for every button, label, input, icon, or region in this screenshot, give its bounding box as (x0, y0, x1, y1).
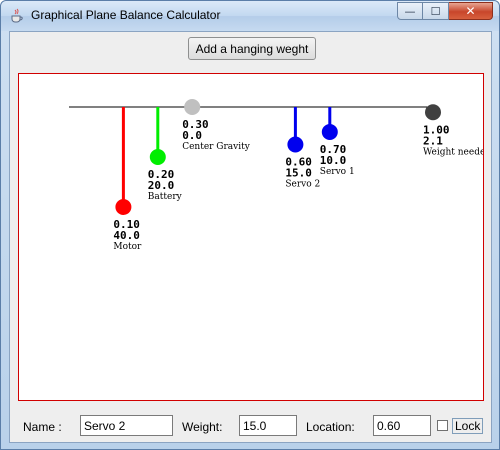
add-hanging-weight-button[interactable]: Add a hanging weght (188, 37, 316, 60)
lock-label[interactable]: Lock (452, 418, 484, 434)
weight-editor-form: Name : Weight: Location: Lock (10, 413, 491, 439)
app-window: Graphical Plane Balance Calculator — ☐ ✕… (0, 0, 500, 450)
weight-name-label: Servo 1 (320, 167, 355, 177)
balance-diagram: 0.1040.0Motor0.2020.0Battery0.300.0Cente… (69, 99, 483, 252)
weight-ball-battery (149, 149, 166, 165)
content-panel: Add a hanging weght 0.10 40.0 Motor 0.20 20.… (9, 31, 492, 443)
java-cup-icon (11, 8, 23, 23)
weight-ball-servo-1 (321, 124, 338, 140)
location-field[interactable] (373, 415, 431, 436)
weight-label: Weight: (182, 420, 223, 434)
weight-ball-servo-2 (287, 136, 304, 153)
weight-value-label: 15.0 (285, 167, 312, 180)
weight-value-label: 10.0 (320, 154, 347, 167)
name-field[interactable] (80, 415, 173, 436)
window-title: Graphical Plane Balance Calculator (31, 8, 221, 22)
balance-canvas[interactable]: 0.10 40.0 Motor 0.20 20.0 Battery 0.30 0.0 Cente… (18, 73, 484, 401)
weight-name-label: Servo 2 (285, 180, 320, 190)
minimize-icon: — (404, 4, 416, 18)
weight-name-label: Center Gravity (182, 142, 251, 152)
weight-name-label: Weight needed (423, 147, 483, 157)
lock-checkbox[interactable] (437, 420, 448, 431)
weight-field[interactable] (239, 415, 297, 436)
weight-ball-center-gravity (184, 99, 201, 115)
weight-value-label: 20.0 (148, 179, 175, 192)
close-button[interactable]: ✕ (449, 2, 493, 20)
minimize-button[interactable]: — (397, 2, 423, 20)
weight-value-label: 2.1 (423, 134, 443, 147)
weight-name-label: Battery (148, 192, 183, 202)
maximize-button[interactable]: ☐ (423, 2, 449, 20)
location-label: Location: (306, 420, 355, 434)
name-label: Name : (23, 420, 62, 434)
weight-value-label: 40.0 (113, 229, 139, 242)
weight-ball-weight-needed (425, 104, 441, 121)
title-bar[interactable]: Graphical Plane Balance Calculator — ☐ ✕ (1, 1, 499, 31)
maximize-icon: ☐ (430, 4, 441, 18)
weight-ball-motor (115, 199, 132, 215)
weight-name-label: Motor (113, 242, 142, 252)
close-icon: ✕ (465, 4, 476, 18)
weight-value-label: 0.0 (182, 129, 202, 142)
window-controls: — ☐ ✕ (397, 2, 493, 21)
